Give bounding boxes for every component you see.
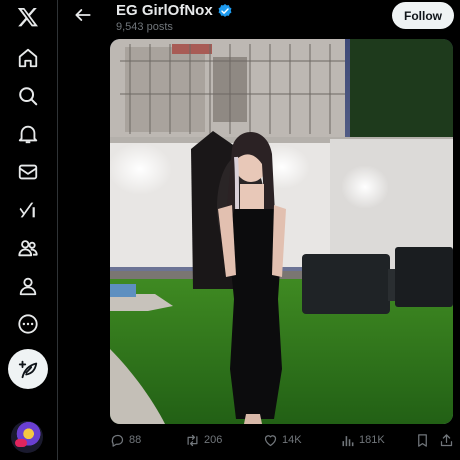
repost-count: 206 — [204, 434, 223, 446]
share-button[interactable] — [439, 430, 454, 450]
bookmark-button[interactable] — [415, 430, 430, 450]
follow-button[interactable]: Follow — [392, 2, 454, 29]
home-icon[interactable] — [11, 41, 45, 75]
account-avatar[interactable] — [11, 421, 43, 453]
heart-icon — [264, 434, 277, 446]
notifications-icon[interactable] — [11, 117, 45, 151]
more-icon[interactable] — [11, 307, 45, 341]
views-chart-icon — [342, 435, 354, 446]
sidebar-nav — [0, 0, 58, 460]
post-actions-bar: 88 206 14K 181K — [59, 430, 460, 452]
verified-badge-icon — [218, 3, 232, 17]
reply-count: 88 — [129, 434, 142, 446]
share-icon — [440, 433, 453, 446]
like-button[interactable]: 14K — [263, 430, 302, 450]
profile-name: EG GirlOfNox — [116, 2, 233, 19]
post-media-image[interactable] — [110, 39, 453, 424]
profile-icon[interactable] — [11, 269, 45, 303]
messages-icon[interactable] — [11, 155, 45, 189]
reply-button[interactable]: 88 — [110, 430, 141, 450]
bookmark-icon — [418, 433, 427, 447]
repost-button[interactable]: 206 — [185, 430, 222, 450]
profile-title: EG GirlOfNox — [116, 2, 213, 19]
search-icon[interactable] — [11, 79, 45, 113]
repost-icon — [187, 434, 198, 446]
profile-header: EG GirlOfNox 9,543 posts Follow — [59, 0, 460, 36]
compose-post-icon — [18, 360, 38, 379]
compose-post-button[interactable] — [8, 349, 48, 389]
views-button[interactable]: 181K — [340, 430, 385, 450]
grok-icon[interactable] — [11, 193, 45, 227]
post-count: 9,543 posts — [116, 21, 173, 33]
back-arrow-icon[interactable] — [73, 5, 93, 25]
views-count: 181K — [359, 434, 385, 446]
communities-icon[interactable] — [11, 231, 45, 265]
reply-icon — [111, 434, 124, 447]
x-logo-icon[interactable] — [11, 0, 45, 34]
like-count: 14K — [282, 434, 302, 446]
